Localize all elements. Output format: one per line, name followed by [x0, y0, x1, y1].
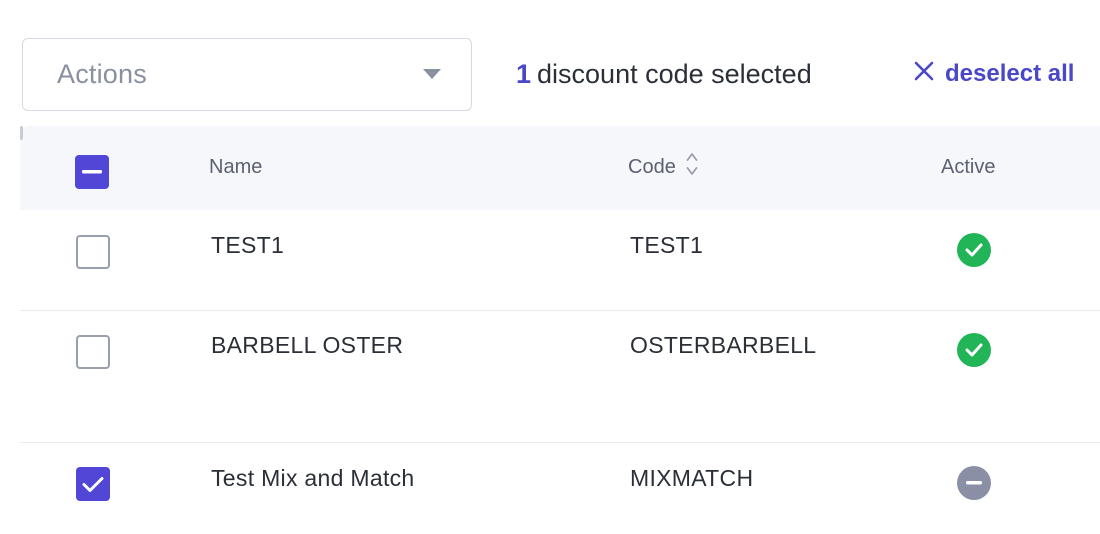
column-header-name[interactable]: Name	[209, 152, 262, 182]
discount-codes-page: Actions 1 discount code selected deselec…	[0, 0, 1100, 534]
row-checkbox[interactable]	[76, 335, 110, 369]
row-name: BARBELL OSTER	[211, 332, 404, 358]
column-header-code-label: Code	[628, 155, 676, 178]
minus-circle-icon	[957, 466, 991, 500]
selected-text: discount code selected	[537, 58, 812, 89]
row-checkbox[interactable]	[76, 235, 110, 269]
row-checkbox-checked[interactable]	[76, 467, 110, 501]
check-circle-icon	[957, 333, 991, 367]
discount-codes-table: Name Code Active TEST1 TEST1 BARBELL OST…	[20, 126, 1100, 534]
column-header-overflow	[20, 126, 23, 140]
actions-dropdown[interactable]: Actions	[22, 38, 472, 111]
chevron-down-icon	[423, 69, 441, 80]
deselect-all-button[interactable]: deselect all	[913, 56, 1074, 92]
table-row[interactable]: Test Mix and Match MIXMATCH	[20, 443, 1100, 534]
row-code: MIXMATCH	[630, 465, 754, 491]
table-row[interactable]: BARBELL OSTER OSTERBARBELL	[20, 311, 1100, 442]
row-name: TEST1	[211, 232, 285, 258]
selected-count: 1	[516, 58, 532, 89]
table-header: Name Code Active	[20, 126, 1100, 210]
row-code: TEST1	[630, 232, 704, 258]
actions-placeholder: Actions	[57, 59, 147, 89]
row-code: OSTERBARBELL	[630, 332, 817, 358]
selection-summary: 1 discount code selected	[516, 56, 812, 92]
row-name: Test Mix and Match	[211, 465, 415, 491]
check-circle-icon	[957, 233, 991, 267]
sort-icon	[686, 151, 698, 183]
table-row[interactable]: TEST1 TEST1	[20, 210, 1100, 310]
column-header-code[interactable]: Code	[628, 152, 698, 182]
select-all-checkbox[interactable]	[75, 155, 109, 189]
close-icon	[913, 60, 935, 89]
deselect-all-label: deselect all	[945, 60, 1075, 87]
column-header-active[interactable]: Active	[941, 152, 995, 182]
